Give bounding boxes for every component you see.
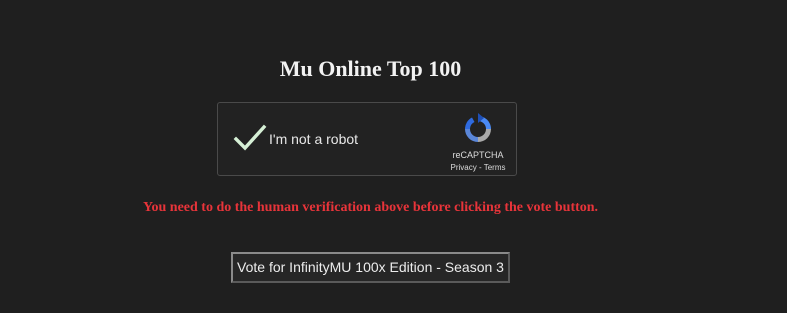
recaptcha-logo-icon bbox=[465, 113, 491, 142]
link-separator: - bbox=[476, 163, 484, 172]
captcha-checkbox-label[interactable]: I'm not a robot bbox=[269, 130, 358, 148]
vote-button[interactable]: Vote for InfinityMU 100x Edition - Seaso… bbox=[231, 252, 510, 283]
recaptcha-links: Privacy - Terms bbox=[440, 163, 516, 173]
recaptcha-widget: I'm not a robot reCAPTCHA Privacy - Term… bbox=[217, 102, 517, 176]
privacy-link[interactable]: Privacy bbox=[451, 163, 477, 172]
checkmark-icon[interactable] bbox=[233, 123, 267, 153]
verification-notice: You need to do the human verification ab… bbox=[142, 200, 599, 215]
terms-link[interactable]: Terms bbox=[484, 163, 506, 172]
recaptcha-brand-label: reCAPTCHA bbox=[452, 150, 504, 160]
page-title: Mu Online Top 100 bbox=[279, 56, 462, 81]
